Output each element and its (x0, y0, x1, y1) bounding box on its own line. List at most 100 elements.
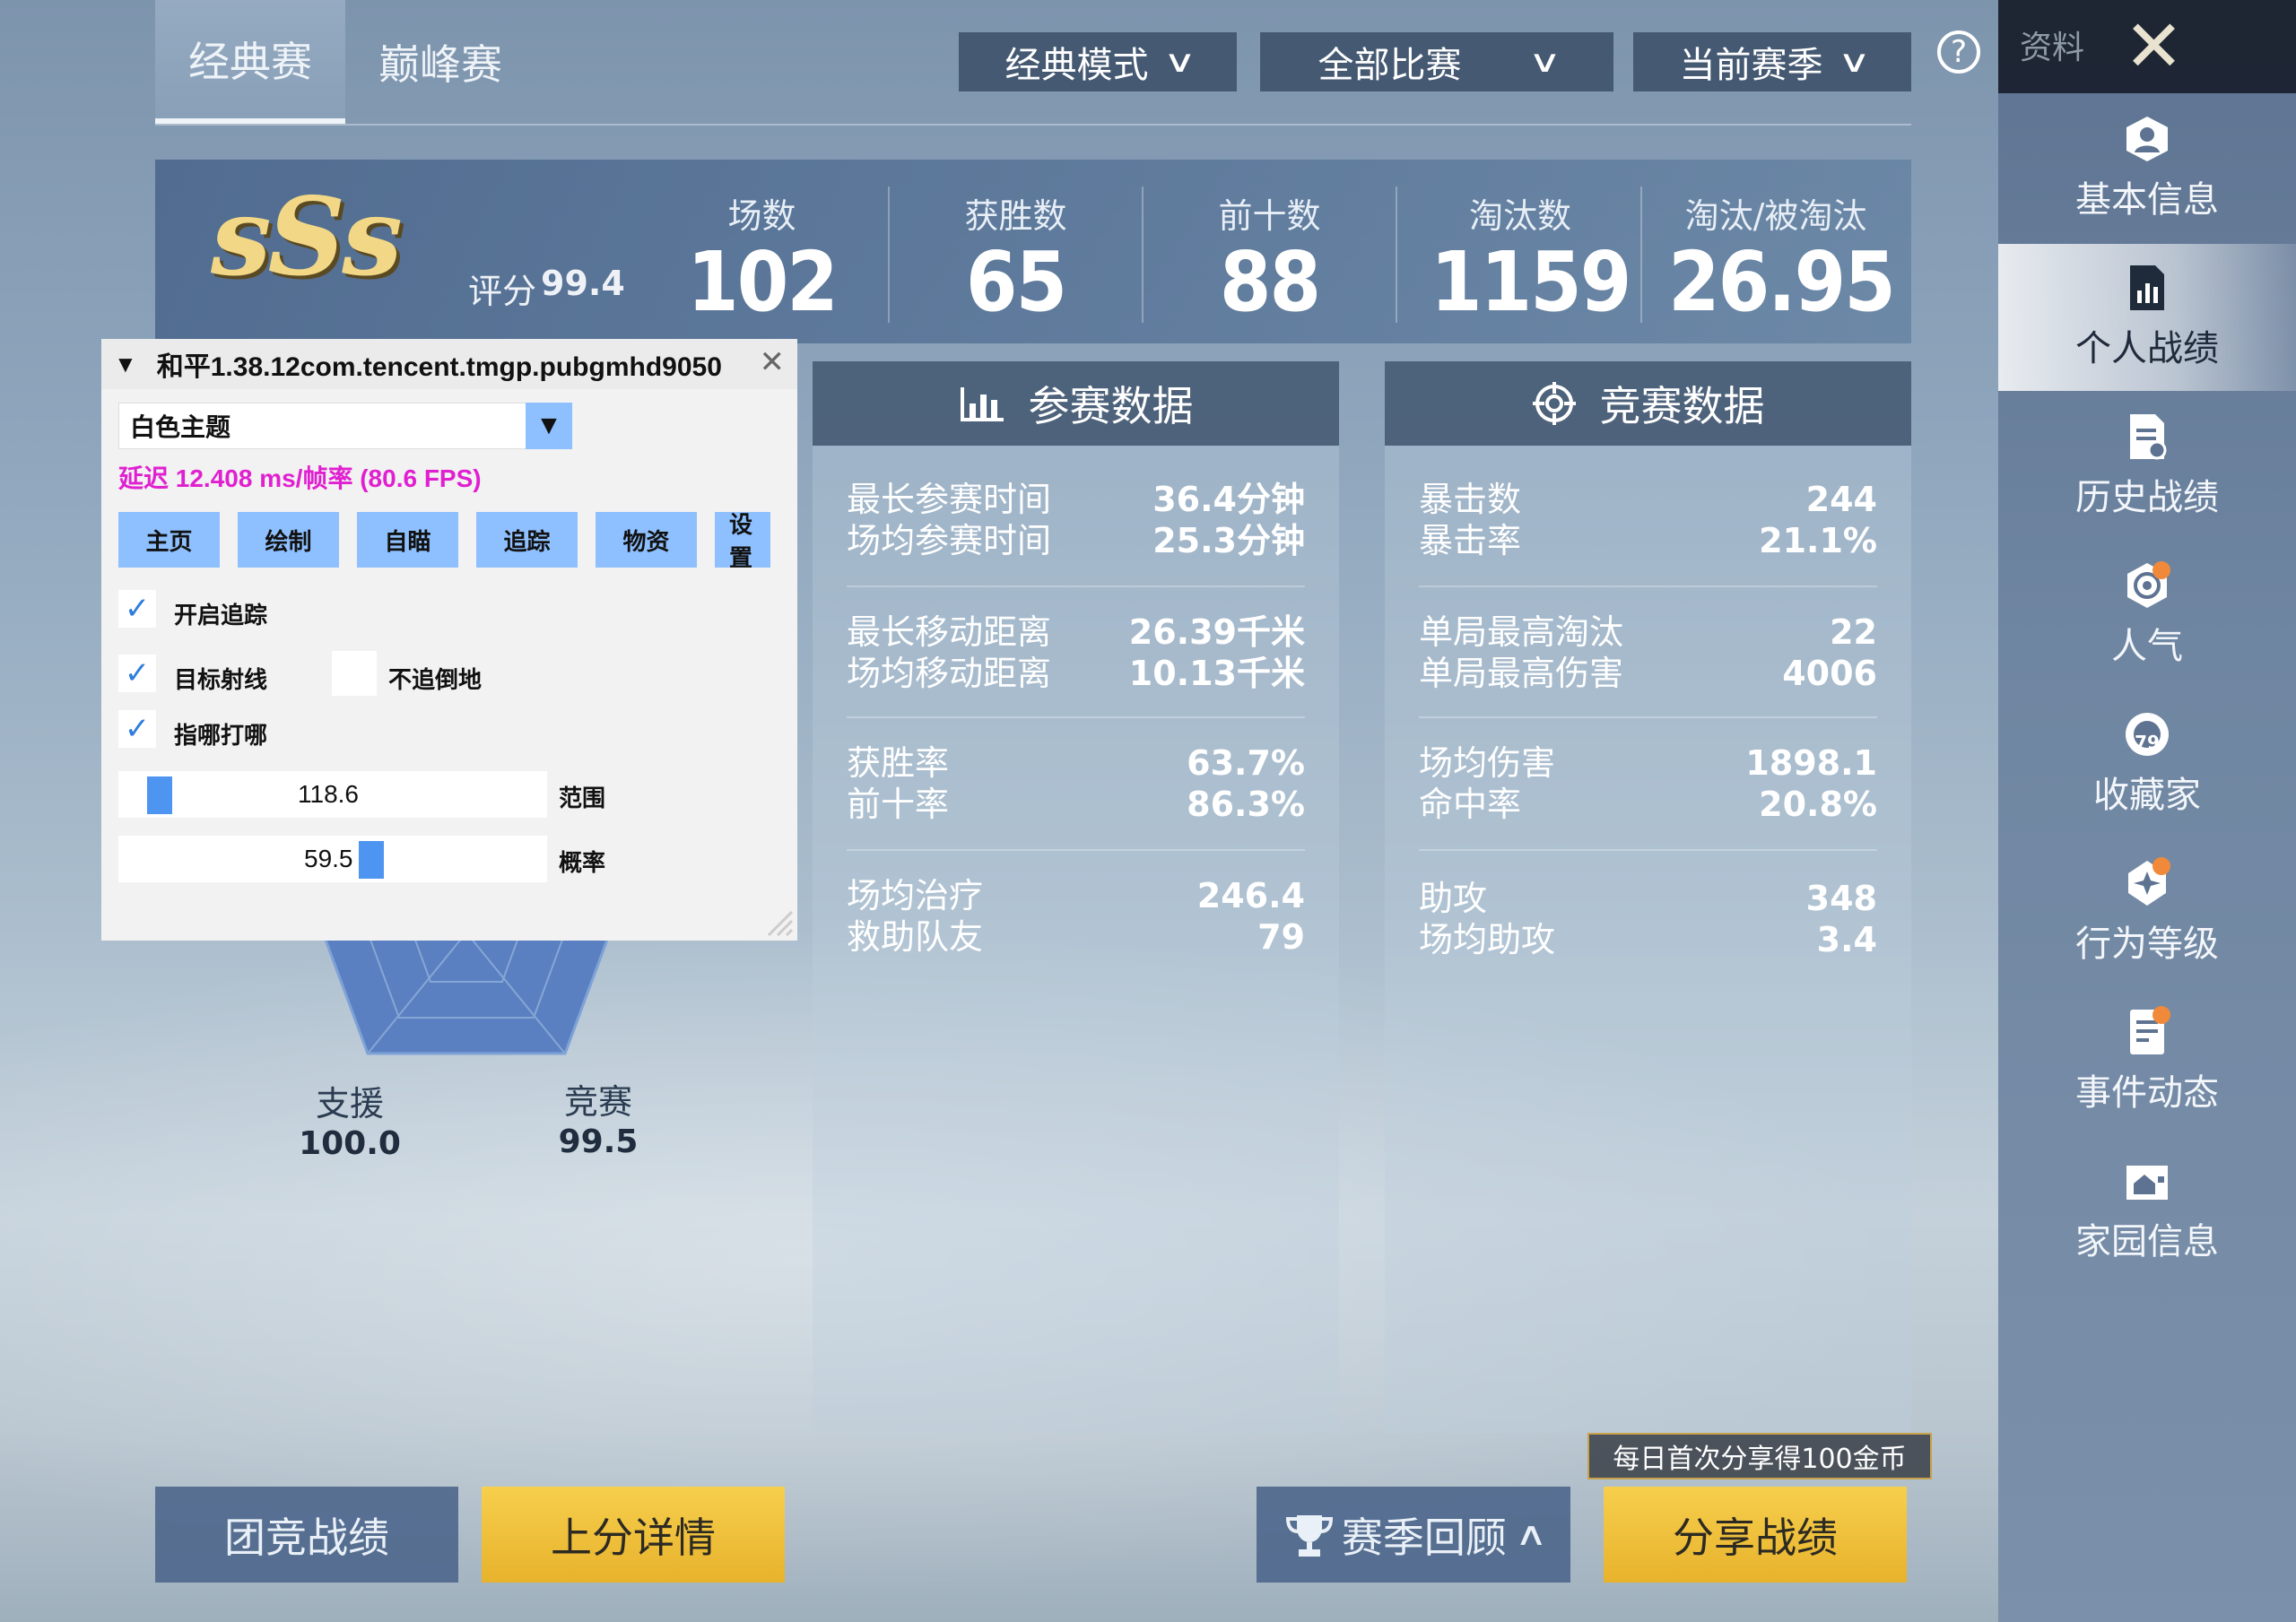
close-icon[interactable]: ✕ (760, 344, 786, 380)
theme-select-value: 白色主题 (130, 413, 231, 441)
stat-wins: 获胜数 65 (928, 188, 1103, 327)
sidebar-item-history[interactable]: 历史战绩 (1998, 393, 2296, 540)
sidebar-item-label: 历史战绩 (2075, 477, 2219, 518)
sidebar-item-home[interactable]: 家园信息 (1998, 1137, 2296, 1284)
match-dropdown[interactable]: 全部比赛 ∨ (1260, 32, 1613, 91)
data-row: 场均参赛时间 25.3分钟 (847, 519, 1305, 562)
row-value: 10.13千米 (1128, 654, 1305, 693)
row-label: 场均移动距离 (847, 654, 1052, 693)
point-and-shoot-checkbox[interactable]: ✓ (118, 710, 156, 748)
row-label: 命中率 (1419, 785, 1522, 824)
competition-header: 竞赛数据 (1385, 361, 1911, 446)
stats-report-icon (2130, 265, 2164, 310)
row-divider (847, 716, 1305, 718)
slider-label: 范围 (559, 785, 606, 811)
target-ray-checkbox[interactable]: ✓ (118, 655, 156, 692)
team-record-button[interactable]: 团竞战绩 (155, 1487, 458, 1583)
probability-slider[interactable]: 59.5 (118, 836, 547, 882)
overlay-tab-settings[interactable]: 设置 (715, 512, 770, 568)
row-label: 场均参赛时间 (847, 521, 1052, 560)
share-record-button[interactable]: 分享战绩 (1604, 1487, 1907, 1583)
mode-dropdown[interactable]: 经典模式 ∨ (959, 32, 1237, 91)
row-value: 348 (1805, 879, 1877, 918)
slider-value: 118.6 (298, 780, 359, 808)
no-track-downed-checkbox[interactable] (332, 651, 377, 696)
checkbox-label: 目标射线 (174, 666, 268, 693)
share-reward-tip: 每日首次分享得100金币 (1587, 1433, 1932, 1479)
score-label: 评分 (468, 272, 537, 311)
sidebar-item-label: 个人战绩 (2075, 328, 2219, 369)
row-divider (847, 585, 1305, 587)
data-row: 暴击数 244 (1419, 478, 1877, 521)
range-slider[interactable]: 118.6 (118, 771, 547, 818)
slider-handle[interactable] (147, 776, 172, 814)
stat-label: 获胜数 (964, 196, 1067, 236)
tab-classic[interactable]: 经典赛 (155, 0, 345, 124)
overlay-tab-draw[interactable]: 绘制 (238, 512, 339, 568)
row-label: 助攻 (1419, 879, 1488, 918)
season-dropdown[interactable]: 当前赛季 ∨ (1633, 32, 1911, 91)
sidebar-item-basic-info[interactable]: 基本信息 (1998, 95, 2296, 242)
close-icon[interactable]: ✕ (2124, 0, 2184, 93)
chevron-down-icon: ∨ (1837, 44, 1871, 80)
row-value: 79 (1257, 917, 1305, 957)
sidebar-item-behavior-level[interactable]: 行为等级 (1998, 839, 2296, 986)
data-row: 最长参赛时间 36.4分钟 (847, 478, 1305, 521)
row-label: 场均助攻 (1419, 920, 1556, 959)
data-row: 场均治疗 246.4 (847, 874, 1305, 917)
checkmark-icon: ✓ (124, 656, 151, 690)
data-row: 场均移动距离 10.13千米 (847, 652, 1305, 695)
stat-value: 88 (1219, 234, 1321, 330)
chevron-down-icon: ∨ (1162, 44, 1196, 80)
competition-title: 竞赛数据 (1599, 382, 1765, 430)
stat-label: 淘汰/被淘汰 (1684, 196, 1867, 236)
row-value: 3.4 (1816, 920, 1877, 959)
profile-icon (2126, 117, 2168, 161)
dropdown-triangle-icon[interactable]: ▼ (526, 403, 572, 449)
row-value: 1898.1 (1745, 743, 1877, 783)
row-label: 场均伤害 (1419, 743, 1556, 783)
stat-divider (888, 186, 890, 323)
theme-select[interactable]: 白色主题 (118, 403, 572, 449)
overlay-window[interactable]: ▼ 和平1.38.12com.tencent.tmgp.pubgmhd9050 … (101, 339, 797, 941)
data-row: 单局最高伤害 4006 (1419, 652, 1877, 695)
radar-label-competition: 竞赛 99.5 (544, 1074, 652, 1160)
data-row: 命中率 20.8% (1419, 783, 1877, 826)
enable-tracking-checkbox[interactable]: ✓ (118, 590, 156, 628)
sidebar-item-popularity[interactable]: 人气 (1998, 542, 2296, 689)
slider-handle[interactable] (359, 841, 384, 879)
help-icon[interactable]: ? (1937, 30, 1980, 74)
sidebar-item-events[interactable]: 事件动态 (1998, 988, 2296, 1135)
row-label: 暴击率 (1419, 521, 1522, 560)
collapse-triangle-icon[interactable]: ▼ (114, 351, 137, 378)
sidebar-item-collector[interactable]: 79 收藏家 (1998, 690, 2296, 837)
overlay-titlebar[interactable]: ▼ 和平1.38.12com.tencent.tmgp.pubgmhd9050 … (101, 339, 797, 389)
stat-value: 65 (965, 234, 1067, 330)
stat-top10: 前十数 88 (1182, 188, 1357, 327)
row-label: 救助队友 (847, 917, 984, 957)
overlay-tab-items[interactable]: 物资 (596, 512, 697, 568)
sidebar-item-personal-stats[interactable]: 个人战绩 (1998, 244, 2296, 391)
row-divider (1419, 849, 1877, 851)
sidebar-header: 资料 ✕ (1998, 0, 2296, 93)
radar-axis-value: 99.5 (558, 1123, 639, 1160)
data-row: 救助队友 79 (847, 915, 1305, 958)
stat-matches: 场数 102 (674, 188, 849, 327)
overlay-tab-track[interactable]: 追踪 (476, 512, 578, 568)
overlay-tab-home[interactable]: 主页 (118, 512, 220, 568)
row-label: 场均治疗 (847, 876, 984, 915)
notification-dot (2152, 561, 2170, 579)
competition-panel: 竞赛数据 暴击数 244 暴击率 21.1% 单局最高淘汰 22 单局最高伤害 4006… (1385, 361, 1911, 1433)
row-divider (1419, 585, 1877, 587)
bar-chart-icon (960, 387, 1004, 421)
tab-peak[interactable]: 巅峰赛 (345, 0, 535, 124)
season-review-button[interactable]: 赛季回顾 ∧ (1257, 1487, 1570, 1583)
row-label: 获胜率 (847, 743, 950, 783)
slider-label: 概率 (559, 849, 606, 876)
rank-detail-button[interactable]: 上分详情 (482, 1487, 785, 1583)
row-value: 244 (1805, 480, 1877, 519)
row-label: 单局最高伤害 (1419, 654, 1624, 693)
resize-grip-icon[interactable] (765, 908, 794, 937)
overlay-tab-aim[interactable]: 自瞄 (357, 512, 458, 568)
checkbox-label: 指哪打哪 (174, 722, 268, 749)
